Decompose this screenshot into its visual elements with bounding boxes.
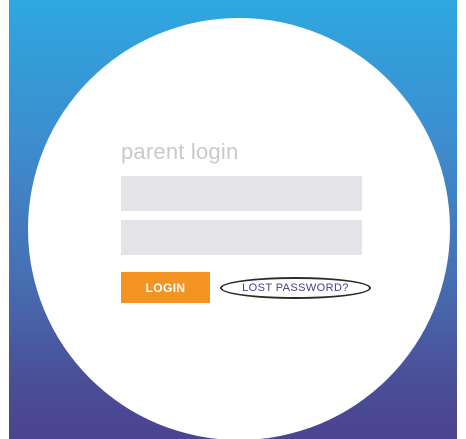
lost-password-label: LOST PASSWORD?: [242, 282, 349, 294]
login-title: parent login: [121, 139, 239, 164]
login-button[interactable]: LOGIN: [121, 272, 210, 303]
lost-password-link[interactable]: LOST PASSWORD?: [220, 277, 371, 299]
username-field[interactable]: [121, 176, 362, 211]
page: parent login LOGIN LOST PASSWORD?: [0, 0, 466, 439]
password-field[interactable]: [121, 220, 362, 255]
